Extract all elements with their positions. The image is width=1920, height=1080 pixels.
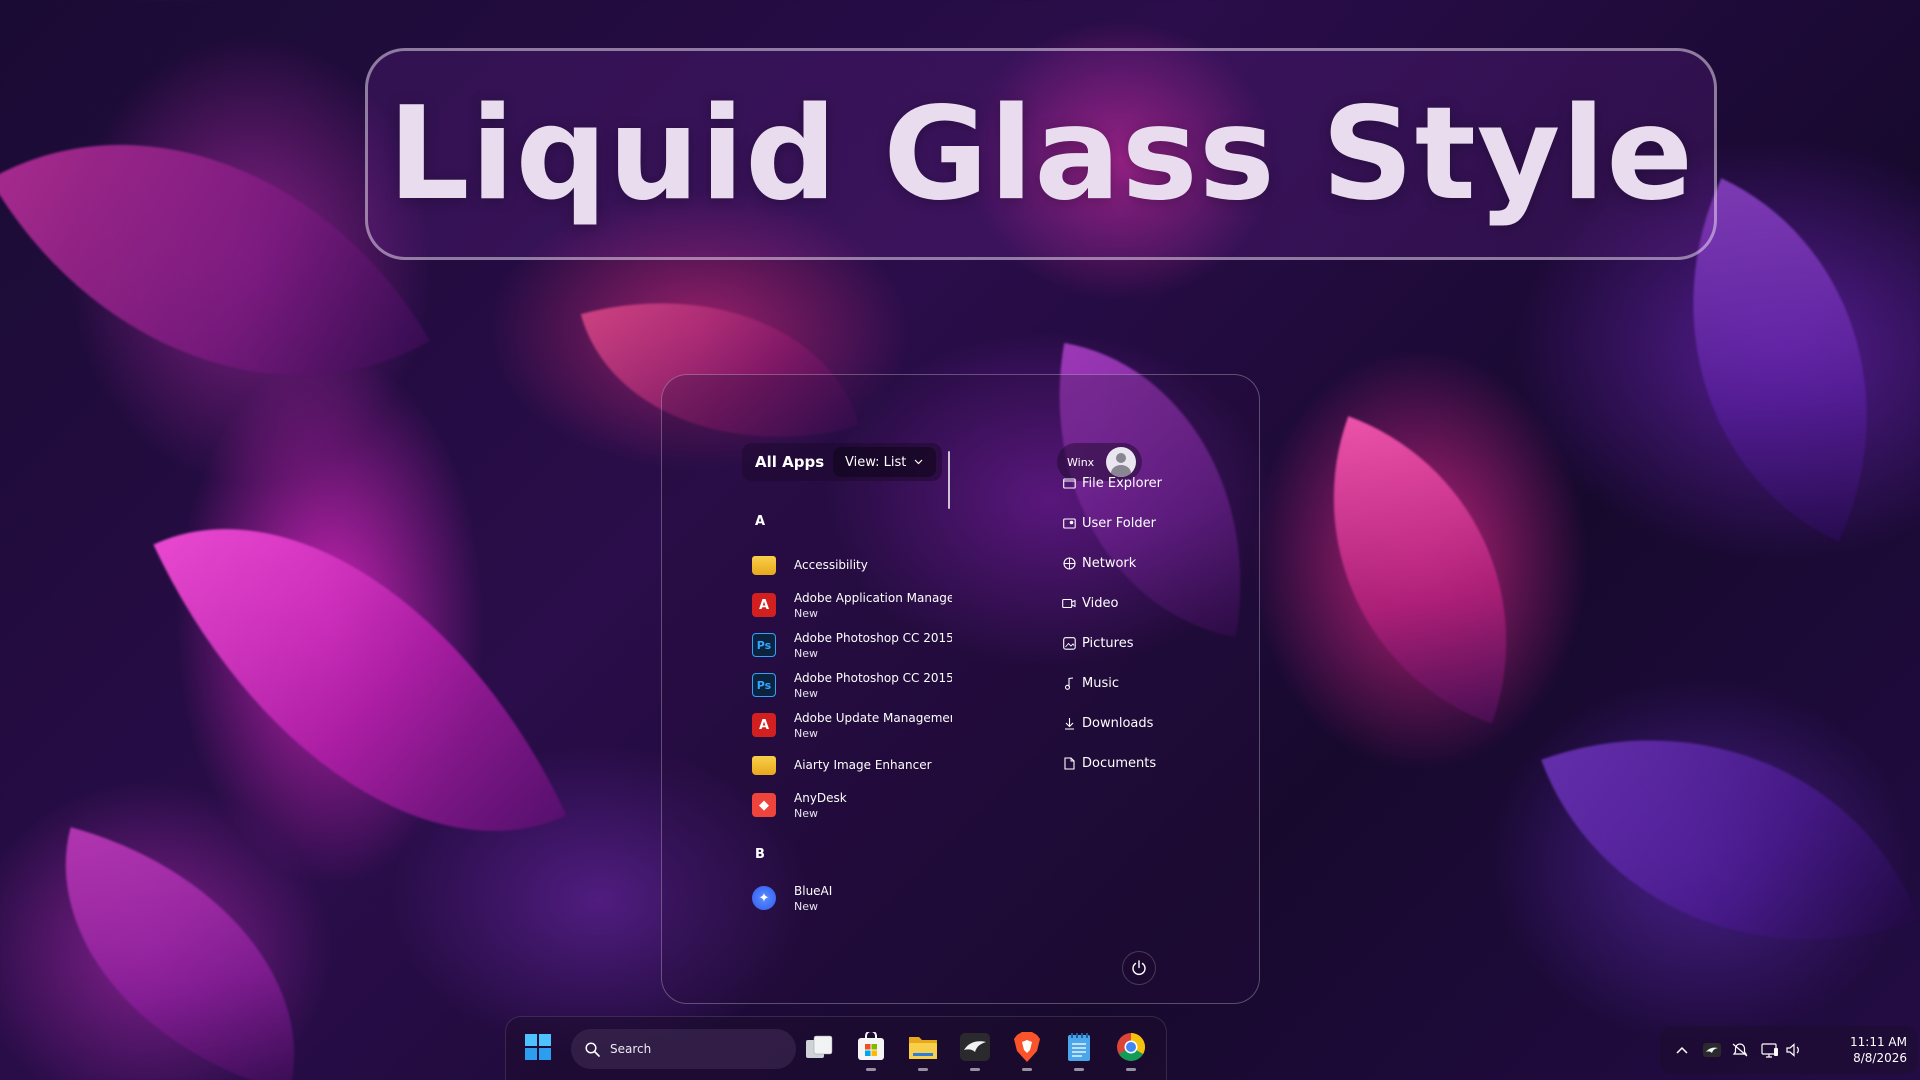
all-apps-header: All Apps View: List [742, 443, 942, 481]
group-letter-a[interactable]: A [755, 514, 765, 529]
task-view-icon[interactable] [801, 1029, 837, 1065]
background-leaf [1541, 657, 1919, 1023]
user-name: Winx [1067, 455, 1095, 469]
music-icon [1062, 676, 1076, 690]
anydesk-icon: ◆ [752, 793, 776, 817]
chevron-up-icon[interactable] [1672, 1040, 1692, 1060]
place-user-folder[interactable]: User Folder [1062, 511, 1156, 535]
app-name: Adobe Application Manage [794, 590, 952, 605]
app-name: Adobe Update Managemer [794, 710, 952, 725]
new-badge: New [794, 806, 818, 820]
brave-browser-icon[interactable] [1009, 1029, 1045, 1071]
taskbar-search[interactable]: Search [571, 1029, 796, 1069]
tray-app-icon[interactable] [1702, 1040, 1722, 1060]
app-name: Aiarty Image Enhancer [794, 758, 932, 772]
video-icon [1062, 596, 1076, 610]
place-label: File Explorer [1082, 475, 1163, 491]
power-icon [1130, 959, 1148, 977]
place-label: Music [1082, 675, 1119, 691]
running-indicator [970, 1068, 980, 1071]
clock-date: 8/8/2026 [1853, 1051, 1907, 1065]
blueai-icon: ✦ [752, 886, 776, 910]
all-apps-label: All Apps [755, 453, 825, 471]
system-tray: 11:11 AM 8/8/2026 [1660, 1026, 1917, 1074]
taskbar: Search [505, 1016, 1167, 1080]
new-badge: New [794, 646, 818, 660]
place-documents[interactable]: Documents [1062, 751, 1156, 775]
search-label: Search [610, 1042, 652, 1056]
start-menu: All Apps View: List A Accessibility A Ad… [661, 374, 1260, 1004]
app-name: AnyDesk [794, 790, 847, 805]
new-badge: New [794, 686, 818, 700]
clock-time: 11:11 AM [1850, 1035, 1907, 1049]
place-label: Pictures [1082, 635, 1134, 651]
view-mode-button[interactable]: View: List [833, 447, 936, 477]
app-name: Adobe Photoshop CC 2015 [794, 670, 952, 685]
eagle-app-icon[interactable] [957, 1029, 993, 1071]
documents-icon [1062, 756, 1076, 770]
search-icon [585, 1041, 600, 1057]
place-pictures[interactable]: Pictures [1062, 631, 1133, 655]
place-label: Downloads [1082, 715, 1154, 731]
file-explorer-icon [1062, 476, 1076, 490]
app-item-anydesk[interactable]: ◆ AnyDesk New [752, 786, 952, 824]
running-indicator [1022, 1068, 1032, 1071]
adobe-icon: A [752, 713, 776, 737]
app-name: Adobe Photoshop CC 2015 [794, 630, 952, 645]
pictures-icon [1062, 636, 1076, 650]
place-downloads[interactable]: Downloads [1062, 711, 1153, 735]
place-music[interactable]: Music [1062, 671, 1119, 695]
running-indicator [1074, 1068, 1084, 1071]
windows-start-icon[interactable] [520, 1029, 556, 1065]
app-item-blueai[interactable]: ✦ BlueAI New [752, 879, 952, 917]
title-banner: Liquid Glass Style [365, 48, 1717, 260]
photoshop-icon: Ps [752, 633, 776, 657]
notepad-icon[interactable] [1061, 1029, 1097, 1071]
volume-icon[interactable] [1784, 1040, 1804, 1060]
power-button[interactable] [1122, 951, 1156, 985]
app-item-adobe-photoshop-2[interactable]: Ps Adobe Photoshop CC 2015 New [752, 666, 952, 704]
group-letter-b[interactable]: B [755, 847, 765, 862]
display-icon[interactable] [1760, 1040, 1780, 1060]
notifications-off-icon[interactable] [1730, 1040, 1750, 1060]
running-indicator [1126, 1068, 1136, 1071]
place-network[interactable]: Network [1062, 551, 1136, 575]
chevron-down-icon [914, 459, 923, 465]
app-item-aiarty-image-enhancer[interactable]: Aiarty Image Enhancer [752, 746, 952, 784]
place-label: Video [1082, 595, 1119, 611]
app-name: Accessibility [794, 558, 868, 572]
place-label: Network [1082, 555, 1137, 571]
adobe-icon: A [752, 593, 776, 617]
user-folder-icon [1062, 516, 1076, 530]
apps-scrollbar[interactable] [948, 451, 950, 509]
app-item-accessibility[interactable]: Accessibility [752, 546, 952, 584]
new-badge: New [794, 726, 818, 740]
banner-title: Liquid Glass Style [388, 79, 1694, 229]
new-badge: New [794, 606, 818, 620]
app-item-adobe-update-manager[interactable]: A Adobe Update Managemer New [752, 706, 952, 744]
folder-icon [752, 755, 776, 775]
chrome-icon[interactable] [1113, 1029, 1149, 1071]
running-indicator [918, 1068, 928, 1071]
place-label: Documents [1082, 755, 1157, 771]
new-badge: New [794, 899, 818, 913]
place-file-explorer[interactable]: File Explorer [1062, 471, 1162, 495]
app-item-adobe-application-manager[interactable]: A Adobe Application Manage New [752, 586, 952, 624]
downloads-icon [1062, 716, 1076, 730]
network-icon [1062, 556, 1076, 570]
place-video[interactable]: Video [1062, 591, 1118, 615]
app-item-adobe-photoshop-1[interactable]: Ps Adobe Photoshop CC 2015 New [752, 626, 952, 664]
view-mode-label: View: List [845, 454, 907, 470]
app-name: BlueAI [794, 883, 833, 898]
folder-icon [752, 555, 776, 575]
clock[interactable]: 11:11 AM 8/8/2026 [1850, 1034, 1907, 1066]
photoshop-icon: Ps [752, 673, 776, 697]
microsoft-store-icon[interactable] [853, 1029, 889, 1071]
background-leaf [1266, 416, 1574, 724]
running-indicator [866, 1068, 876, 1071]
place-label: User Folder [1082, 515, 1156, 531]
background-leaf [18, 827, 342, 1080]
file-explorer-icon[interactable] [905, 1029, 941, 1071]
background-leaf [153, 434, 567, 926]
